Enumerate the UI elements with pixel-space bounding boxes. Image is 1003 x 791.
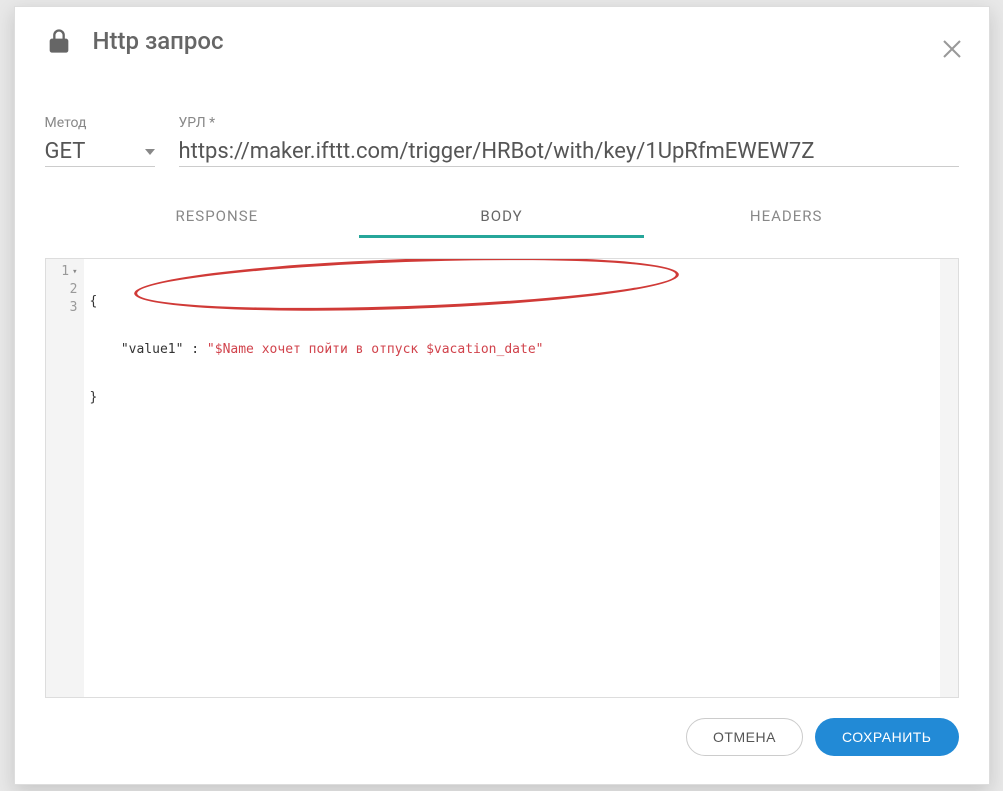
line-number: 3 [70,299,78,317]
modal-footer: ОТМЕНА СОХРАНИТЬ [15,718,989,784]
method-value: GET [45,137,155,166]
cancel-button[interactable]: ОТМЕНА [686,718,803,756]
code-editor[interactable]: 1▾ 2 3 { "value1" : "$Name хочет пойти в… [45,258,959,698]
http-request-modal: Http запрос Метод GET УРЛ * https://make… [14,6,990,785]
lock-icon [45,27,73,55]
chevron-down-icon [145,149,155,155]
code-brace: } [90,390,98,405]
close-icon[interactable] [940,37,964,61]
method-select[interactable]: GET [45,137,155,167]
tabs: RESPONSE BODY HEADERS [15,177,989,238]
code-string: "$Name хочет пойти в отпуск $vacation_da… [207,342,544,357]
tab-headers[interactable]: HEADERS [644,197,929,238]
editor-content[interactable]: { "value1" : "$Name хочет пойти в отпуск… [84,259,958,697]
modal-title: Http запрос [93,27,224,55]
editor-scroll-gutter [940,259,958,697]
line-number: 2 [70,281,78,299]
fold-icon[interactable]: ▾ [72,263,77,281]
method-field: Метод GET [45,115,155,167]
line-number: 1 [61,263,69,281]
code-brace: { [90,294,98,309]
save-button[interactable]: СОХРАНИТЬ [815,718,959,756]
method-label: Метод [45,115,155,131]
tab-response[interactable]: RESPONSE [75,197,360,238]
code-key: "value1" [121,342,184,357]
url-label: УРЛ * [179,115,959,131]
tab-body[interactable]: BODY [359,197,644,238]
url-input[interactable]: https://maker.ifttt.com/trigger/HRBot/wi… [179,137,959,167]
editor-gutter: 1▾ 2 3 [46,259,84,697]
form-row: Метод GET УРЛ * https://maker.ifttt.com/… [15,55,989,177]
modal-header: Http запрос [15,7,989,55]
url-field: УРЛ * https://maker.ifttt.com/trigger/HR… [179,115,959,167]
